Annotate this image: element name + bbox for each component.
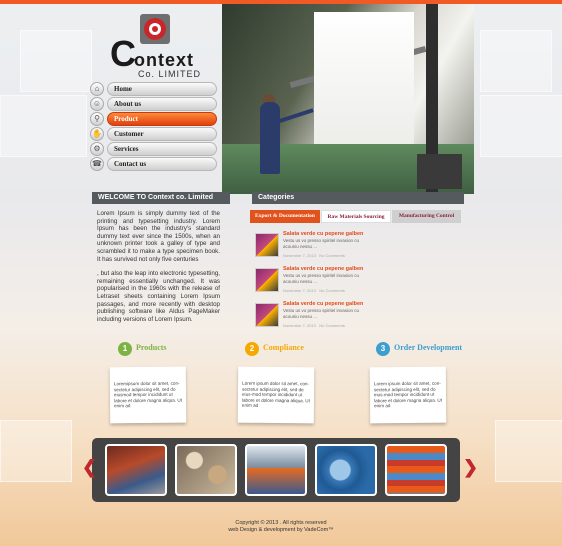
feature-title[interactable]: Compliance [263, 343, 304, 352]
news-title[interactable]: Salata verde cu pepene galben [283, 266, 363, 272]
news-date: November 7, 2013 [283, 253, 316, 258]
news-title[interactable]: Salata verde cu pepene galben [283, 301, 363, 307]
nav-button-label[interactable]: Contact us [107, 157, 217, 171]
main-nav: ⌂ Home ☺ About us ⚲ Product ✋ Customer ⚙ Services… [90, 82, 220, 172]
nav-button-label[interactable]: Home [107, 82, 217, 96]
hero-image [222, 4, 474, 194]
tab-raw-materials[interactable]: Raw Materials Sourcing [321, 210, 391, 223]
welcome-paragraph-2: , but also the leap into electronic type… [97, 270, 220, 323]
nav-item-about-us[interactable]: ☺ About us [90, 97, 220, 111]
nav-item-customer[interactable]: ✋ Customer [90, 127, 220, 141]
news-excerpt: Vestu us vo presso spiritel invasion cu … [283, 273, 360, 284]
news-meta: November 7, 2013 No Comments [283, 253, 345, 258]
nav-button-label[interactable]: Customer [107, 127, 217, 141]
logo-name: ontext [134, 50, 194, 70]
feature-note: Lorem ipsum dolor sit amet, con-sectetur… [237, 366, 315, 424]
news-comments[interactable]: No Comments [319, 288, 345, 293]
gallery-prev-arrow[interactable]: ❮ [82, 458, 97, 476]
nav-button-label[interactable]: Services [107, 142, 217, 156]
logo-ring-core [152, 26, 158, 32]
logo-subtitle: Co. LIMITED [138, 69, 202, 79]
tab-export-documentation[interactable]: Export & Documentation [250, 210, 320, 223]
nav-item-services[interactable]: ⚙ Services [90, 142, 220, 156]
news-thumbnail[interactable] [255, 233, 279, 257]
feature-number-badge: 1 [118, 342, 132, 356]
bg-tile [0, 95, 87, 157]
feature-number-badge: 2 [245, 342, 259, 356]
people-icon: ☺ [90, 97, 104, 111]
welcome-text: Lorem Ipsum is simply dummy text of the … [97, 210, 220, 330]
welcome-heading: WELCOME TO Context co. Limited [92, 192, 230, 204]
hero-worker-arm [276, 108, 314, 124]
nav-item-contact-us[interactable]: ☎ Contact us [90, 157, 220, 171]
bg-tile [0, 420, 72, 482]
feature-number-badge: 3 [376, 342, 390, 356]
search-icon: ⚲ [90, 112, 104, 126]
categories-heading: Categories [252, 192, 464, 204]
footer-copyright: Copyright © 2013 . All rights reserved [235, 520, 327, 526]
news-meta: November 7, 2013 No Comments [283, 323, 345, 328]
bg-tile [20, 30, 92, 92]
news-date: November 7, 2013 [283, 288, 316, 293]
phone-icon: ☎ [90, 157, 104, 171]
hero-worker [260, 102, 280, 174]
feature-title[interactable]: Products [136, 343, 167, 352]
gallery-image-yarn[interactable] [315, 444, 377, 496]
feature-note: Loremipsum dolor sit amet, con-sectetur … [109, 366, 187, 424]
feature-title[interactable]: Order Development [394, 343, 462, 352]
footer-credit: web Design & development by VadeCom™ [228, 527, 334, 533]
nav-item-product[interactable]: ⚲ Product [90, 112, 220, 126]
nav-item-home[interactable]: ⌂ Home [90, 82, 220, 96]
nav-button-label[interactable]: Product [107, 112, 217, 126]
news-thumbnail[interactable] [255, 303, 279, 327]
gallery-image-containers[interactable] [105, 444, 167, 496]
news-item[interactable]: Salata verde cu pepene galben Vestu us vo… [255, 231, 365, 263]
news-meta: November 7, 2013 No Comments [283, 288, 345, 293]
gear-icon: ⚙ [90, 142, 104, 156]
news-date: November 7, 2013 [283, 323, 316, 328]
welcome-paragraph-1: Lorem Ipsum is simply dummy text of the … [97, 210, 220, 263]
gallery-image-factory[interactable] [245, 444, 307, 496]
news-item[interactable]: Salata verde cu pepene galben Vestu us vo… [255, 266, 365, 298]
gallery-image-buttons[interactable] [175, 444, 237, 496]
news-excerpt: Vestu us vo presso spiritel invasion cu … [283, 308, 360, 319]
news-comments[interactable]: No Comments [319, 323, 345, 328]
home-icon: ⌂ [90, 82, 104, 96]
logo[interactable]: C ontext Co. LIMITED [108, 14, 204, 79]
footer: Copyright © 2013 . All rights reserved w… [0, 520, 562, 534]
gallery-image-fabrics[interactable] [385, 444, 447, 496]
news-comments[interactable]: No Comments [319, 253, 345, 258]
nav-button-label[interactable]: About us [107, 97, 217, 111]
gallery-carousel [92, 438, 460, 502]
news-item[interactable]: Salata verde cu pepene galben Vestu us vo… [255, 301, 365, 333]
bg-tile [480, 30, 552, 92]
hand-icon: ✋ [90, 127, 104, 141]
gallery-next-arrow[interactable]: ❯ [463, 458, 478, 476]
feature-note: Lorem ipsum dolor sit amet, con-sectetur… [369, 366, 447, 424]
hero-machine [417, 154, 462, 189]
logo-initial: C [110, 33, 136, 74]
news-excerpt: Vestu us vo presso spiritel invasion cu … [283, 238, 360, 249]
bg-tile [495, 420, 562, 482]
news-thumbnail[interactable] [255, 268, 279, 292]
tab-manufacturing-control[interactable]: Manufacturing Control [392, 210, 461, 223]
news-title[interactable]: Salata verde cu pepene galben [283, 231, 363, 237]
bg-tile [480, 95, 562, 157]
